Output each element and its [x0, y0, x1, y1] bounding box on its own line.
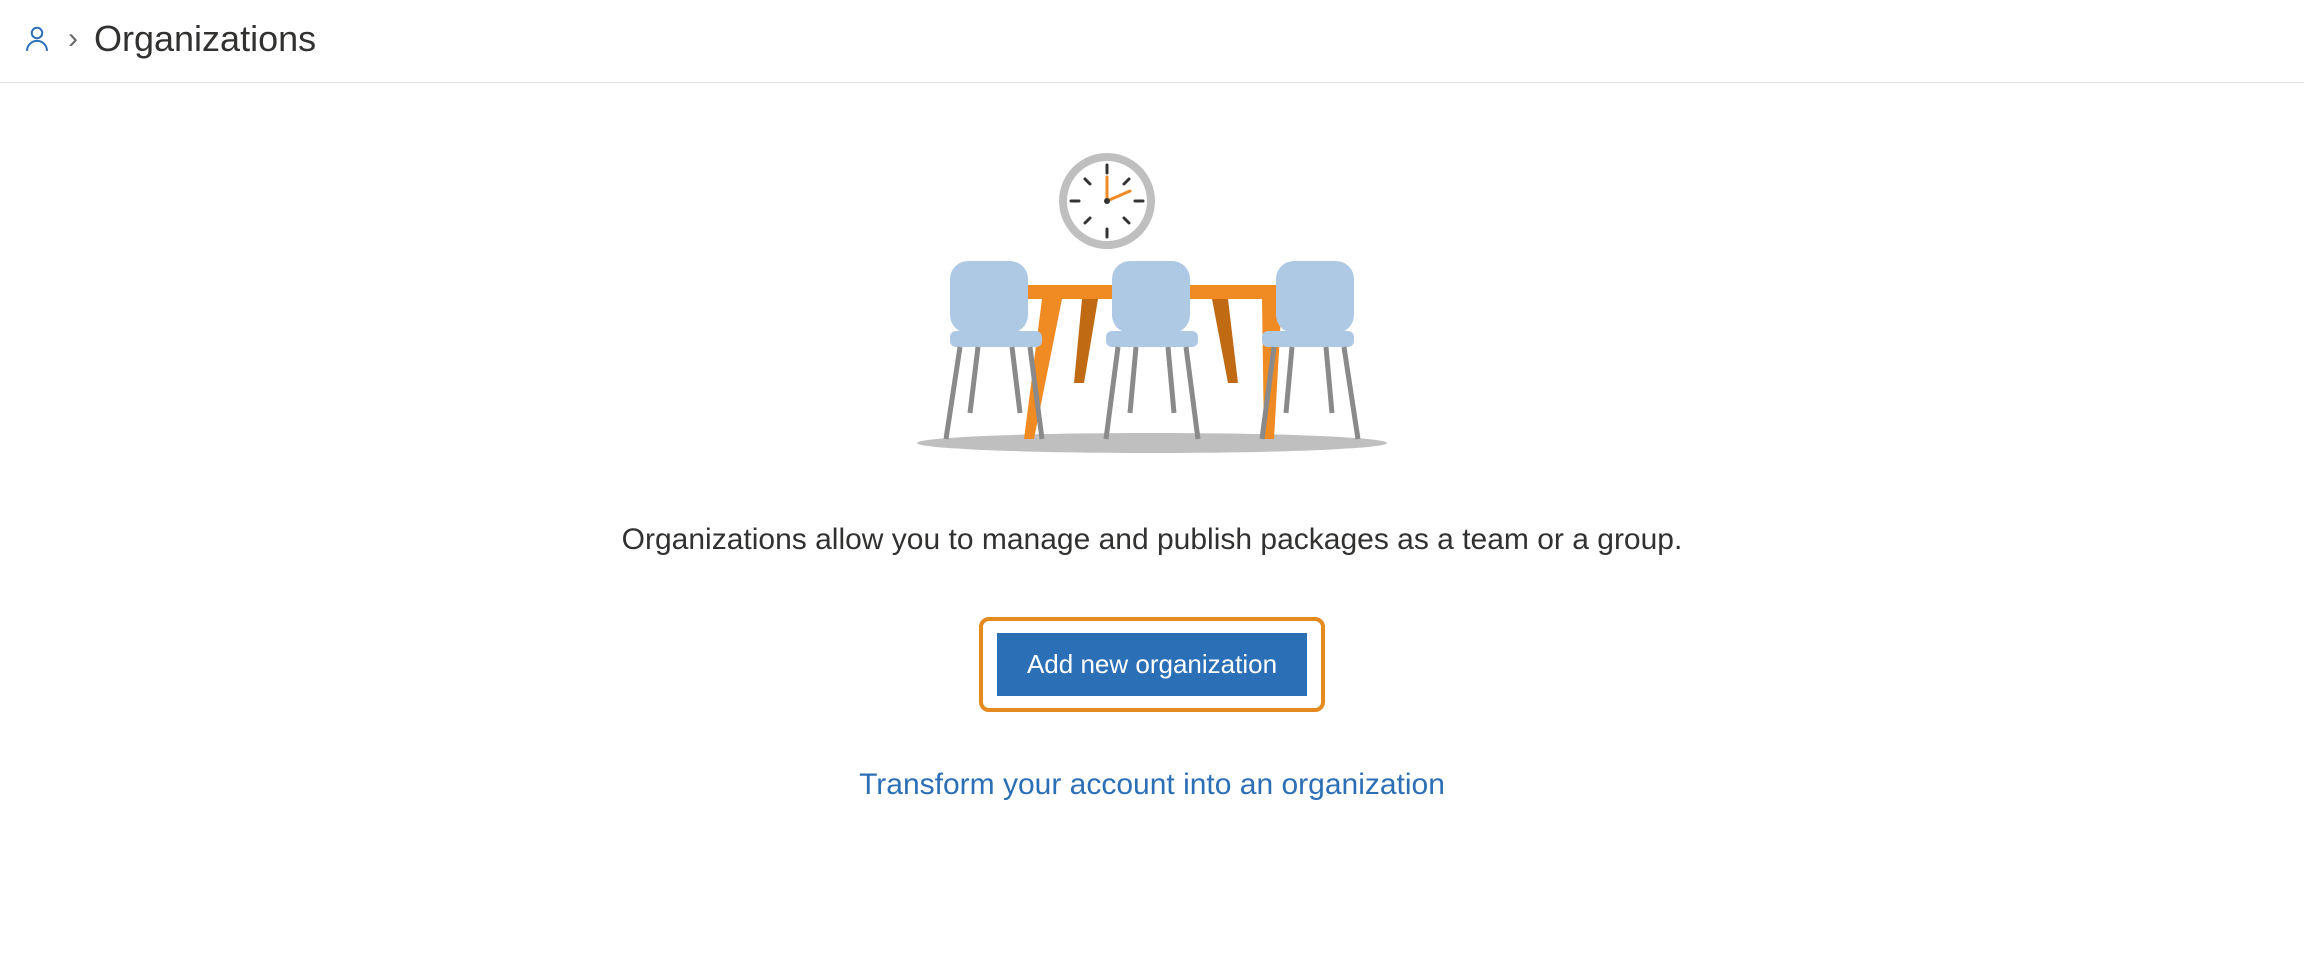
add-organization-button[interactable]: Add new organization	[997, 633, 1307, 696]
breadcrumb-current: Organizations	[94, 18, 316, 60]
chevron-right-icon: ›	[68, 22, 78, 56]
person-icon[interactable]	[22, 24, 52, 54]
breadcrumb-bar: › Organizations	[0, 0, 2304, 83]
add-organization-highlight: Add new organization	[979, 617, 1325, 712]
organizations-description: Organizations allow you to manage and pu…	[0, 523, 2304, 557]
transform-account-link[interactable]: Transform your account into an organizat…	[859, 768, 1445, 802]
organizations-illustration	[912, 153, 1392, 453]
main-content: Organizations allow you to manage and pu…	[0, 83, 2304, 802]
